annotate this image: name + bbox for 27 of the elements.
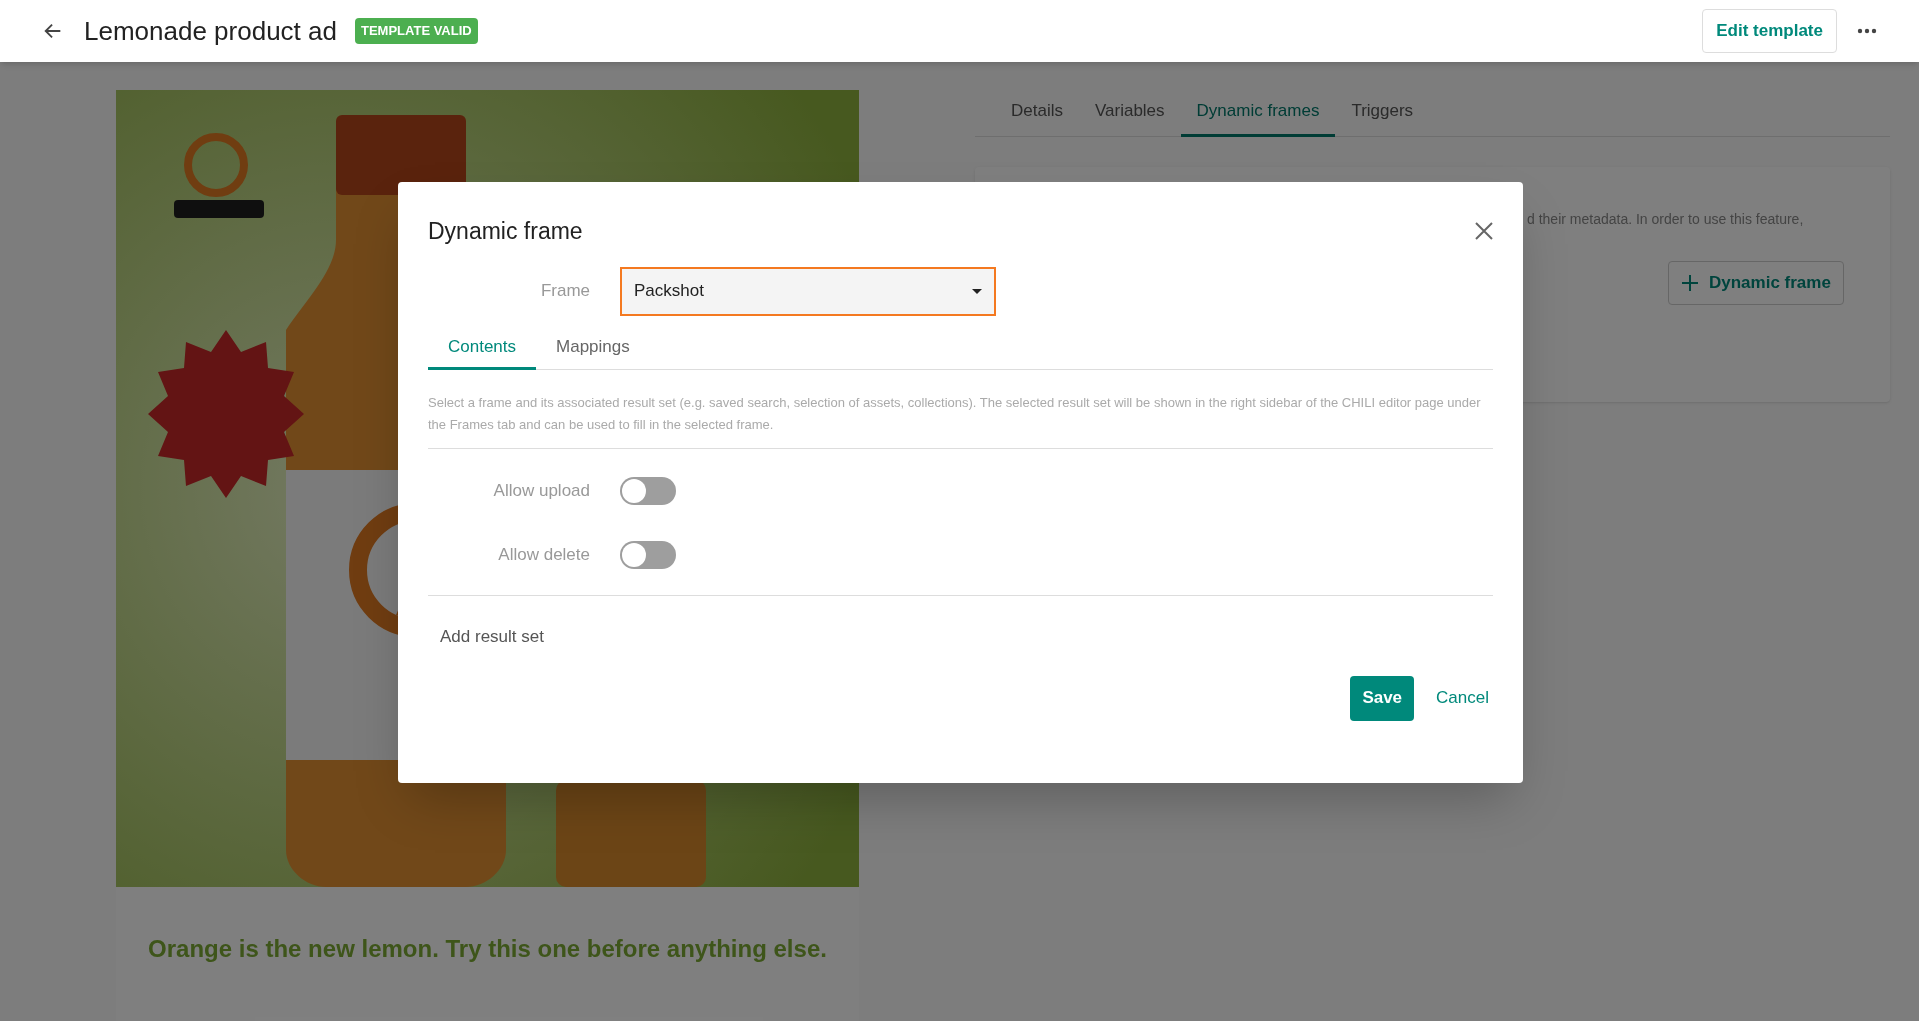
toggle-switch[interactable] — [620, 477, 676, 505]
tab[interactable]: Mappings — [536, 333, 650, 370]
close-icon[interactable] — [1475, 222, 1493, 241]
dialog-title: Dynamic frame — [428, 217, 583, 246]
toggle-switch[interactable] — [620, 541, 676, 569]
dropdown-caret-icon — [972, 288, 982, 294]
more-options-icon[interactable] — [1857, 28, 1877, 34]
frame-label: Frame — [539, 280, 590, 303]
tab[interactable]: Contents — [428, 333, 537, 370]
tab[interactable]: Triggers — [1335, 98, 1430, 137]
cancel-button[interactable]: Cancel — [1436, 685, 1489, 711]
tab[interactable]: Dynamic frames — [1180, 98, 1336, 137]
status-badge: TEMPLATE VALID — [354, 18, 478, 44]
ad-tagline: Orange is the new lemon. Try this one before anything else. — [148, 934, 827, 964]
add-result-set-link[interactable]: Add result set — [440, 624, 544, 650]
toggle-label: Allow upload — [492, 480, 590, 503]
edit-template-button[interactable]: Edit template — [1702, 9, 1837, 53]
plus-icon — [1681, 273, 1699, 292]
toggle-label: Allow delete — [497, 544, 590, 567]
tab[interactable]: Variables — [1078, 98, 1181, 137]
save-button[interactable]: Save — [1350, 675, 1415, 721]
panel-description: d their metadata. In order to use this feature, — [1527, 209, 1804, 229]
tab[interactable]: Details — [995, 98, 1079, 137]
dialog-description: Select a frame and its associated result set (e.g. saved search, selection of assets, collections). The selected result set will be shown in the right sidebar of the CHILI editor page under the Frames tab and can be used to fill in the selected frame. — [428, 392, 1493, 449]
frame-select[interactable]: Packshot — [620, 266, 996, 316]
add-dynamic-frame-button[interactable]: Dynamic frame — [1668, 260, 1844, 305]
page-title: Lemonade product ad — [84, 14, 337, 48]
